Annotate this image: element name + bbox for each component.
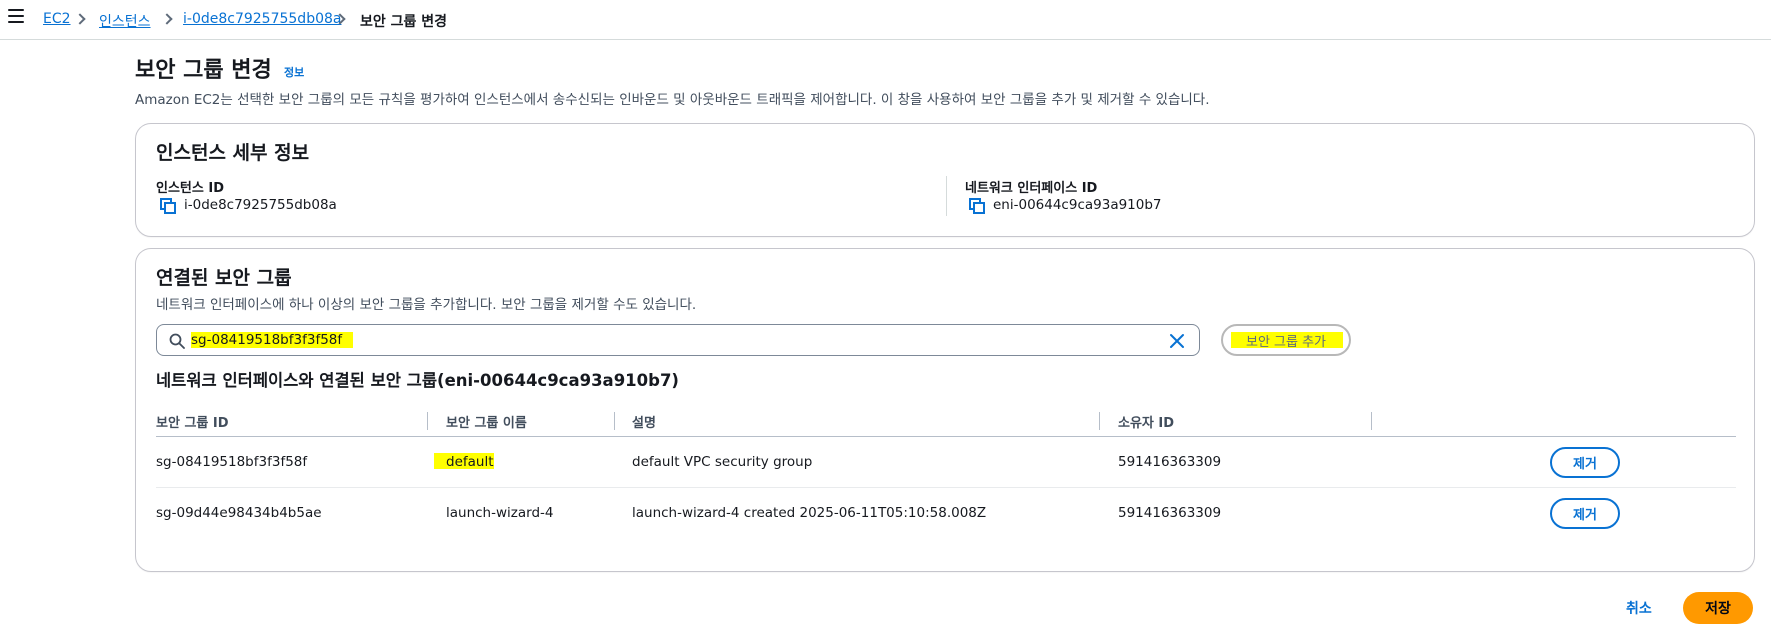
- add-security-group-label: 보안 그룹 추가: [1245, 334, 1327, 350]
- cell-owner-id: 591416363309: [1118, 454, 1222, 470]
- column-resizer[interactable]: [614, 412, 615, 430]
- add-security-group-button[interactable]: 보안 그룹 추가: [1221, 324, 1351, 356]
- table-header: 보안 그룹 ID 보안 그룹 이름 설명 소유자 ID: [156, 407, 1736, 437]
- save-button[interactable]: 저장: [1683, 592, 1753, 624]
- security-groups-title: 연결된 보안 그룹: [156, 267, 292, 289]
- remove-button[interactable]: 제거: [1550, 447, 1620, 478]
- cell-owner-id: 591416363309: [1118, 505, 1222, 521]
- top-navigation-bar: EC2 인스턴스 i-0de8c7925755db08a 보안 그룹 변경: [0, 0, 1771, 40]
- column-resizer[interactable]: [1099, 412, 1100, 430]
- security-groups-container: 연결된 보안 그룹 네트워크 인터페이스에 하나 이상의 보안 그룹을 추가합니…: [135, 248, 1755, 572]
- security-groups-table: 보안 그룹 ID 보안 그룹 이름 설명 소유자 ID sg-08419518b…: [156, 407, 1736, 539]
- search-input[interactable]: [191, 329, 1151, 351]
- breadcrumb-instance-id[interactable]: i-0de8c7925755db08a: [183, 11, 341, 27]
- security-group-search[interactable]: [156, 324, 1200, 356]
- breadcrumb-instances[interactable]: 인스턴스: [99, 11, 151, 31]
- chevron-right-icon: [161, 13, 173, 25]
- breadcrumb-ec2[interactable]: EC2: [43, 11, 71, 27]
- column-header-group-name[interactable]: 보안 그룹 이름: [446, 412, 527, 431]
- column-header-description[interactable]: 설명: [632, 412, 656, 431]
- chevron-right-icon: [74, 13, 86, 25]
- security-groups-description: 네트워크 인터페이스에 하나 이상의 보안 그룹을 추가합니다. 보안 그룹을 …: [156, 297, 697, 313]
- divider: [946, 176, 947, 216]
- copy-icon[interactable]: [969, 198, 985, 214]
- associated-groups-subtitle: 네트워크 인터페이스와 연결된 보안 그룹(eni-00644c9ca93a91…: [156, 371, 679, 390]
- instance-id-value: i-0de8c7925755db08a: [184, 197, 337, 213]
- cell-group-name: launch-wizard-4: [446, 505, 554, 521]
- column-header-owner-id[interactable]: 소유자 ID: [1118, 412, 1174, 431]
- column-resizer[interactable]: [427, 412, 428, 430]
- page-description: Amazon EC2는 선택한 보안 그룹의 모든 규칙을 평가하여 인스턴스에…: [135, 92, 1210, 108]
- remove-button[interactable]: 제거: [1550, 498, 1620, 529]
- column-header-group-id[interactable]: 보안 그룹 ID: [156, 412, 229, 431]
- cell-group-id: sg-08419518bf3f3f58f: [156, 454, 308, 470]
- search-icon: [169, 333, 185, 349]
- eni-id-label: 네트워크 인터페이스 ID: [965, 181, 1098, 196]
- cell-group-name: default: [446, 454, 494, 470]
- page-title: 보안 그룹 변경: [135, 58, 272, 83]
- eni-id-value: eni-00644c9ca93a910b7: [993, 197, 1162, 213]
- instance-id-label: 인스턴스 ID: [156, 181, 224, 196]
- menu-icon[interactable]: [8, 9, 24, 23]
- cell-description: launch-wizard-4 created 2025-06-11T05:10…: [632, 505, 987, 521]
- cell-group-id: sg-09d44e98434b4b5ae: [156, 505, 322, 521]
- table-row: sg-09d44e98434b4b5ae launch-wizard-4 lau…: [156, 488, 1736, 539]
- column-resizer[interactable]: [1371, 412, 1372, 430]
- clear-icon[interactable]: [1169, 333, 1185, 349]
- table-row: sg-08419518bf3f3f58f default default VPC…: [156, 437, 1736, 488]
- copy-icon[interactable]: [160, 198, 176, 214]
- instance-details-container: 인스턴스 세부 정보 인스턴스 ID i-0de8c7925755db08a 네…: [135, 123, 1755, 237]
- breadcrumb-current: 보안 그룹 변경: [360, 14, 448, 30]
- info-link[interactable]: 정보: [284, 64, 304, 80]
- cell-description: default VPC security group: [632, 454, 813, 470]
- cancel-button[interactable]: 취소: [1626, 598, 1652, 618]
- instance-details-title: 인스턴스 세부 정보: [156, 142, 310, 164]
